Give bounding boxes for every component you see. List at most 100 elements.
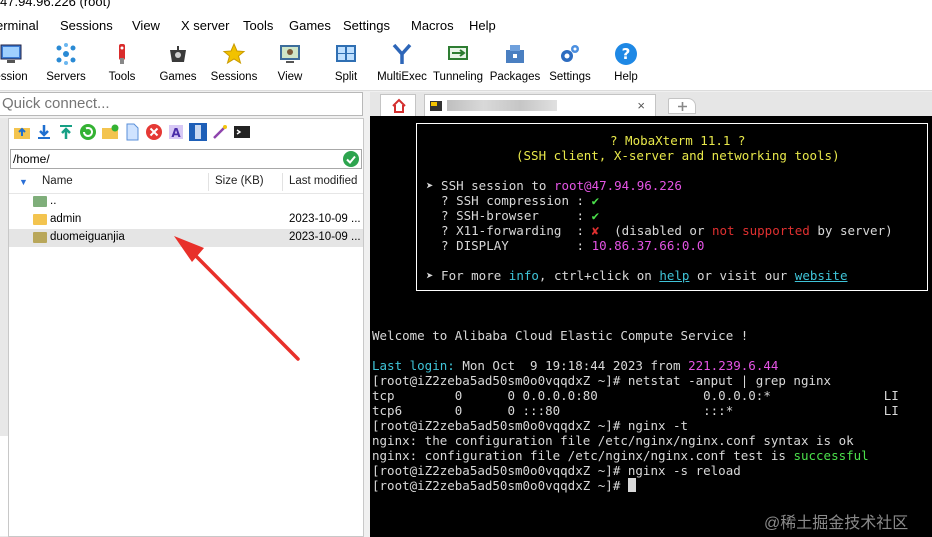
menu-macros[interactable]: Macros [411, 18, 454, 33]
help-button[interactable]: ? Help [610, 40, 642, 88]
permissions-icon[interactable] [189, 123, 207, 141]
x11-note: (disabled or [599, 223, 712, 238]
menu-settings[interactable]: Settings [343, 18, 390, 33]
refresh-icon[interactable] [79, 123, 97, 141]
new-file-icon[interactable] [123, 123, 141, 141]
more-label: ➤ For more [426, 268, 509, 283]
rename-icon[interactable]: A [167, 123, 185, 141]
path-text: /home/ [13, 152, 50, 166]
session-tab-icon [430, 101, 442, 111]
svg-text:?: ? [622, 45, 631, 63]
sessions-button[interactable]: Sessions [211, 40, 257, 88]
ssh-compression-line: ? SSH compression : ✔ [426, 193, 599, 208]
session-button[interactable]: ession [0, 40, 28, 88]
terminal-area[interactable]: ? MobaXterm 11.1 ? (SSH client, X-server… [370, 116, 932, 537]
new-folder-icon[interactable] [101, 123, 119, 141]
multiexec-label: MultiExec [377, 71, 427, 83]
nginx-test-line: nginx: configuration file /etc/nginx/ngi… [372, 448, 869, 463]
session-tab[interactable]: × [424, 94, 656, 116]
packages-icon [506, 45, 524, 63]
folder-icon [33, 232, 47, 243]
shell-prompt: [root@iZ2zeba5ad50sm0o0vqqdxZ ~]# [372, 478, 628, 493]
column-size[interactable]: Size (KB) [215, 175, 264, 187]
terminal-icon[interactable] [233, 123, 251, 141]
tunneling-button[interactable]: Tunneling [433, 40, 483, 88]
file-name: .. [50, 195, 57, 207]
home-tab[interactable] [380, 94, 416, 116]
games-label: Games [159, 71, 197, 83]
sessions-label: Sessions [210, 71, 258, 83]
last-login-label: Last login: [372, 358, 455, 373]
ssh-browser-line: ? SSH-browser : ✔ [426, 208, 599, 223]
column-divider[interactable] [208, 173, 209, 191]
magic-wand-icon[interactable] [211, 123, 229, 141]
settings-icon [561, 45, 579, 62]
redacted-tab-title [447, 100, 557, 111]
new-tab-button[interactable] [668, 98, 696, 114]
compression-check-icon: ✔ [591, 193, 600, 208]
website-link[interactable]: website [795, 268, 848, 283]
download-icon[interactable] [35, 123, 53, 141]
settings-label: Settings [549, 71, 591, 83]
terminal-line: [root@iZ2zeba5ad50sm0o0vqqdxZ ~]# nginx … [372, 463, 741, 478]
display-line: ? DISPLAY : 10.86.37.66:0.0 [426, 238, 704, 253]
menu-games[interactable]: Games [289, 18, 331, 33]
column-modified[interactable]: Last modified [289, 175, 357, 187]
split-button[interactable]: Split [330, 40, 362, 88]
close-tab-icon[interactable]: × [637, 98, 645, 113]
settings-button[interactable]: Settings [549, 40, 591, 88]
svg-text:A: A [171, 126, 181, 140]
parent-dir-icon [33, 196, 47, 207]
plus-icon [678, 102, 687, 111]
menu-terminal[interactable]: erminal [0, 18, 39, 33]
quick-connect-input[interactable] [0, 93, 342, 113]
home-icon [392, 98, 406, 113]
last-login-ip: 221.239.6.44 [688, 358, 779, 373]
file-name: admin [50, 213, 82, 225]
menu-sessions[interactable]: Sessions [60, 18, 113, 33]
tools-icon [119, 44, 125, 64]
packages-button[interactable]: Packages [490, 40, 540, 88]
sftp-browser-panel: A /home/ ▼ Name Size (KB) Last modified … [8, 118, 364, 537]
parent-folder-icon[interactable] [13, 123, 31, 141]
menu-bar: erminal Sessions View X server Tools Gam… [0, 14, 932, 38]
file-row-duomeiguanjia[interactable]: duomeiguanjia 2023-10-09 ... [9, 229, 363, 247]
menu-help[interactable]: Help [469, 18, 496, 33]
tools-button[interactable]: Tools [106, 40, 138, 88]
column-divider[interactable] [282, 173, 283, 191]
sidebar-tab-strip[interactable] [0, 118, 8, 537]
servers-icon [56, 43, 76, 65]
view-button[interactable]: View [274, 40, 306, 88]
ssh-session-label: ➤ SSH session to [426, 178, 554, 193]
servers-button[interactable]: Servers [46, 40, 86, 88]
file-modified: 2023-10-09 ... [289, 231, 361, 243]
sort-chevron-icon[interactable]: ▼ [19, 177, 28, 187]
sessions-star-icon [222, 42, 246, 65]
banner-title: ? MobaXterm 11.1 ? [610, 133, 746, 148]
display-label: ? DISPLAY : [426, 238, 592, 253]
file-row-admin[interactable]: admin 2023-10-09 ... [9, 211, 363, 229]
servers-label: Servers [46, 71, 86, 83]
games-button[interactable]: Games [159, 40, 197, 88]
browser-check-icon: ✔ [591, 208, 600, 223]
delete-icon[interactable] [145, 123, 163, 141]
file-modified: 2023-10-09 ... [289, 213, 361, 225]
upload-icon[interactable] [57, 123, 75, 141]
file-row-parent[interactable]: .. [9, 193, 363, 211]
menu-x-server[interactable]: X server [181, 18, 229, 33]
menu-tools[interactable]: Tools [243, 18, 273, 33]
confirm-path-icon[interactable] [343, 151, 359, 167]
last-login-line: Last login: Mon Oct 9 19:18:44 2023 from… [372, 358, 778, 373]
ssh-session-line: ➤ SSH session to root@47.94.96.226 [426, 178, 682, 193]
nginx-test-text: nginx: configuration file /etc/nginx/ngi… [372, 448, 794, 463]
sidebar-strip-panel [0, 436, 8, 536]
tunneling-icon [448, 46, 468, 60]
x11-label: ? X11-forwarding : [426, 223, 592, 238]
help-link[interactable]: help [659, 268, 689, 283]
multiexec-icon [392, 43, 412, 64]
menu-view[interactable]: View [132, 18, 160, 33]
column-name[interactable]: Name [42, 175, 73, 187]
window-title: 47.94.96.226 (root) [0, 0, 111, 9]
multiexec-button[interactable]: MultiExec [377, 40, 427, 88]
path-field[interactable]: /home/ [10, 149, 362, 169]
